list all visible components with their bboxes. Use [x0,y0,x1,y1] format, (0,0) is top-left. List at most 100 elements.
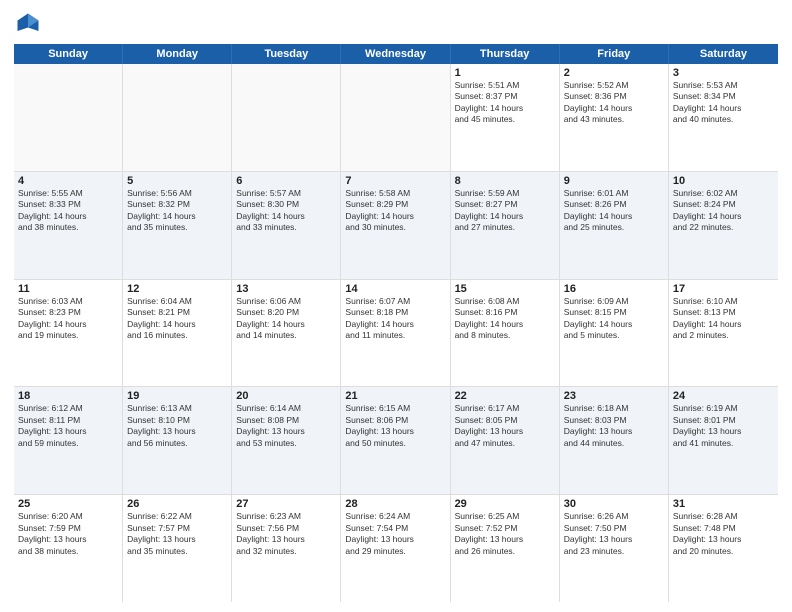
day-number: 27 [236,498,336,510]
calendar-cell-r3-c6: 24Sunrise: 6:19 AM Sunset: 8:01 PM Dayli… [669,387,778,494]
cell-info: Sunrise: 6:20 AM Sunset: 7:59 PM Dayligh… [18,511,118,557]
calendar-cell-r0-c5: 2Sunrise: 5:52 AM Sunset: 8:36 PM Daylig… [560,64,669,171]
day-number: 7 [345,175,445,187]
calendar-cell-r1-c2: 6Sunrise: 5:57 AM Sunset: 8:30 PM Daylig… [232,172,341,279]
cell-info: Sunrise: 6:19 AM Sunset: 8:01 PM Dayligh… [673,403,774,449]
calendar-cell-r1-c5: 9Sunrise: 6:01 AM Sunset: 8:26 PM Daylig… [560,172,669,279]
cell-info: Sunrise: 5:51 AM Sunset: 8:37 PM Dayligh… [455,80,555,126]
day-number: 11 [18,283,118,295]
day-number: 23 [564,390,664,402]
calendar-cell-r4-c3: 28Sunrise: 6:24 AM Sunset: 7:54 PM Dayli… [341,495,450,602]
calendar-cell-r1-c3: 7Sunrise: 5:58 AM Sunset: 8:29 PM Daylig… [341,172,450,279]
cell-info: Sunrise: 6:14 AM Sunset: 8:08 PM Dayligh… [236,403,336,449]
calendar-cell-r1-c0: 4Sunrise: 5:55 AM Sunset: 8:33 PM Daylig… [14,172,123,279]
cell-info: Sunrise: 5:58 AM Sunset: 8:29 PM Dayligh… [345,188,445,234]
day-number: 15 [455,283,555,295]
calendar-cell-r3-c0: 18Sunrise: 6:12 AM Sunset: 8:11 PM Dayli… [14,387,123,494]
cell-info: Sunrise: 6:10 AM Sunset: 8:13 PM Dayligh… [673,296,774,342]
day-number: 21 [345,390,445,402]
cell-info: Sunrise: 6:23 AM Sunset: 7:56 PM Dayligh… [236,511,336,557]
cell-info: Sunrise: 5:56 AM Sunset: 8:32 PM Dayligh… [127,188,227,234]
day-number: 29 [455,498,555,510]
calendar-cell-r0-c1 [123,64,232,171]
calendar-cell-r0-c3 [341,64,450,171]
calendar-cell-r2-c0: 11Sunrise: 6:03 AM Sunset: 8:23 PM Dayli… [14,280,123,387]
day-number: 13 [236,283,336,295]
cell-info: Sunrise: 6:24 AM Sunset: 7:54 PM Dayligh… [345,511,445,557]
day-number: 20 [236,390,336,402]
cell-info: Sunrise: 5:53 AM Sunset: 8:34 PM Dayligh… [673,80,774,126]
cell-info: Sunrise: 6:25 AM Sunset: 7:52 PM Dayligh… [455,511,555,557]
calendar-cell-r3-c1: 19Sunrise: 6:13 AM Sunset: 8:10 PM Dayli… [123,387,232,494]
calendar-cell-r3-c3: 21Sunrise: 6:15 AM Sunset: 8:06 PM Dayli… [341,387,450,494]
day-number: 22 [455,390,555,402]
cell-info: Sunrise: 6:26 AM Sunset: 7:50 PM Dayligh… [564,511,664,557]
cell-info: Sunrise: 6:12 AM Sunset: 8:11 PM Dayligh… [18,403,118,449]
calendar-cell-r1-c1: 5Sunrise: 5:56 AM Sunset: 8:32 PM Daylig… [123,172,232,279]
cell-info: Sunrise: 5:59 AM Sunset: 8:27 PM Dayligh… [455,188,555,234]
day-number: 4 [18,175,118,187]
day-number: 17 [673,283,774,295]
logo [14,10,46,38]
day-number: 31 [673,498,774,510]
cell-info: Sunrise: 6:04 AM Sunset: 8:21 PM Dayligh… [127,296,227,342]
day-number: 6 [236,175,336,187]
calendar-header: SundayMondayTuesdayWednesdayThursdayFrid… [14,44,778,64]
day-number: 28 [345,498,445,510]
calendar-cell-r0-c2 [232,64,341,171]
calendar-cell-r2-c1: 12Sunrise: 6:04 AM Sunset: 8:21 PM Dayli… [123,280,232,387]
weekday-header-monday: Monday [123,44,232,64]
cell-info: Sunrise: 6:15 AM Sunset: 8:06 PM Dayligh… [345,403,445,449]
calendar-cell-r2-c4: 15Sunrise: 6:08 AM Sunset: 8:16 PM Dayli… [451,280,560,387]
calendar-cell-r2-c3: 14Sunrise: 6:07 AM Sunset: 8:18 PM Dayli… [341,280,450,387]
calendar-cell-r3-c2: 20Sunrise: 6:14 AM Sunset: 8:08 PM Dayli… [232,387,341,494]
weekday-header-wednesday: Wednesday [341,44,450,64]
cell-info: Sunrise: 6:17 AM Sunset: 8:05 PM Dayligh… [455,403,555,449]
calendar-cell-r4-c2: 27Sunrise: 6:23 AM Sunset: 7:56 PM Dayli… [232,495,341,602]
calendar: SundayMondayTuesdayWednesdayThursdayFrid… [14,44,778,602]
day-number: 18 [18,390,118,402]
day-number: 16 [564,283,664,295]
calendar-cell-r2-c2: 13Sunrise: 6:06 AM Sunset: 8:20 PM Dayli… [232,280,341,387]
calendar-cell-r1-c4: 8Sunrise: 5:59 AM Sunset: 8:27 PM Daylig… [451,172,560,279]
weekday-header-saturday: Saturday [669,44,778,64]
cell-info: Sunrise: 6:08 AM Sunset: 8:16 PM Dayligh… [455,296,555,342]
cell-info: Sunrise: 6:07 AM Sunset: 8:18 PM Dayligh… [345,296,445,342]
cell-info: Sunrise: 6:28 AM Sunset: 7:48 PM Dayligh… [673,511,774,557]
day-number: 9 [564,175,664,187]
calendar-cell-r4-c1: 26Sunrise: 6:22 AM Sunset: 7:57 PM Dayli… [123,495,232,602]
calendar-row-2: 11Sunrise: 6:03 AM Sunset: 8:23 PM Dayli… [14,280,778,388]
calendar-cell-r4-c0: 25Sunrise: 6:20 AM Sunset: 7:59 PM Dayli… [14,495,123,602]
cell-info: Sunrise: 5:52 AM Sunset: 8:36 PM Dayligh… [564,80,664,126]
calendar-body: 1Sunrise: 5:51 AM Sunset: 8:37 PM Daylig… [14,64,778,602]
weekday-header-sunday: Sunday [14,44,123,64]
calendar-row-0: 1Sunrise: 5:51 AM Sunset: 8:37 PM Daylig… [14,64,778,172]
calendar-row-3: 18Sunrise: 6:12 AM Sunset: 8:11 PM Dayli… [14,387,778,495]
calendar-cell-r4-c6: 31Sunrise: 6:28 AM Sunset: 7:48 PM Dayli… [669,495,778,602]
cell-info: Sunrise: 6:13 AM Sunset: 8:10 PM Dayligh… [127,403,227,449]
cell-info: Sunrise: 6:09 AM Sunset: 8:15 PM Dayligh… [564,296,664,342]
weekday-header-thursday: Thursday [451,44,560,64]
cell-info: Sunrise: 6:01 AM Sunset: 8:26 PM Dayligh… [564,188,664,234]
calendar-cell-r4-c4: 29Sunrise: 6:25 AM Sunset: 7:52 PM Dayli… [451,495,560,602]
day-number: 1 [455,67,555,79]
cell-info: Sunrise: 6:22 AM Sunset: 7:57 PM Dayligh… [127,511,227,557]
generalblue-logo-icon [14,10,42,38]
cell-info: Sunrise: 6:03 AM Sunset: 8:23 PM Dayligh… [18,296,118,342]
calendar-cell-r4-c5: 30Sunrise: 6:26 AM Sunset: 7:50 PM Dayli… [560,495,669,602]
day-number: 24 [673,390,774,402]
weekday-header-tuesday: Tuesday [232,44,341,64]
calendar-cell-r3-c5: 23Sunrise: 6:18 AM Sunset: 8:03 PM Dayli… [560,387,669,494]
day-number: 3 [673,67,774,79]
calendar-cell-r3-c4: 22Sunrise: 6:17 AM Sunset: 8:05 PM Dayli… [451,387,560,494]
day-number: 25 [18,498,118,510]
day-number: 14 [345,283,445,295]
day-number: 26 [127,498,227,510]
cell-info: Sunrise: 5:55 AM Sunset: 8:33 PM Dayligh… [18,188,118,234]
calendar-cell-r2-c5: 16Sunrise: 6:09 AM Sunset: 8:15 PM Dayli… [560,280,669,387]
day-number: 2 [564,67,664,79]
day-number: 19 [127,390,227,402]
cell-info: Sunrise: 6:06 AM Sunset: 8:20 PM Dayligh… [236,296,336,342]
header [14,10,778,38]
weekday-header-friday: Friday [560,44,669,64]
